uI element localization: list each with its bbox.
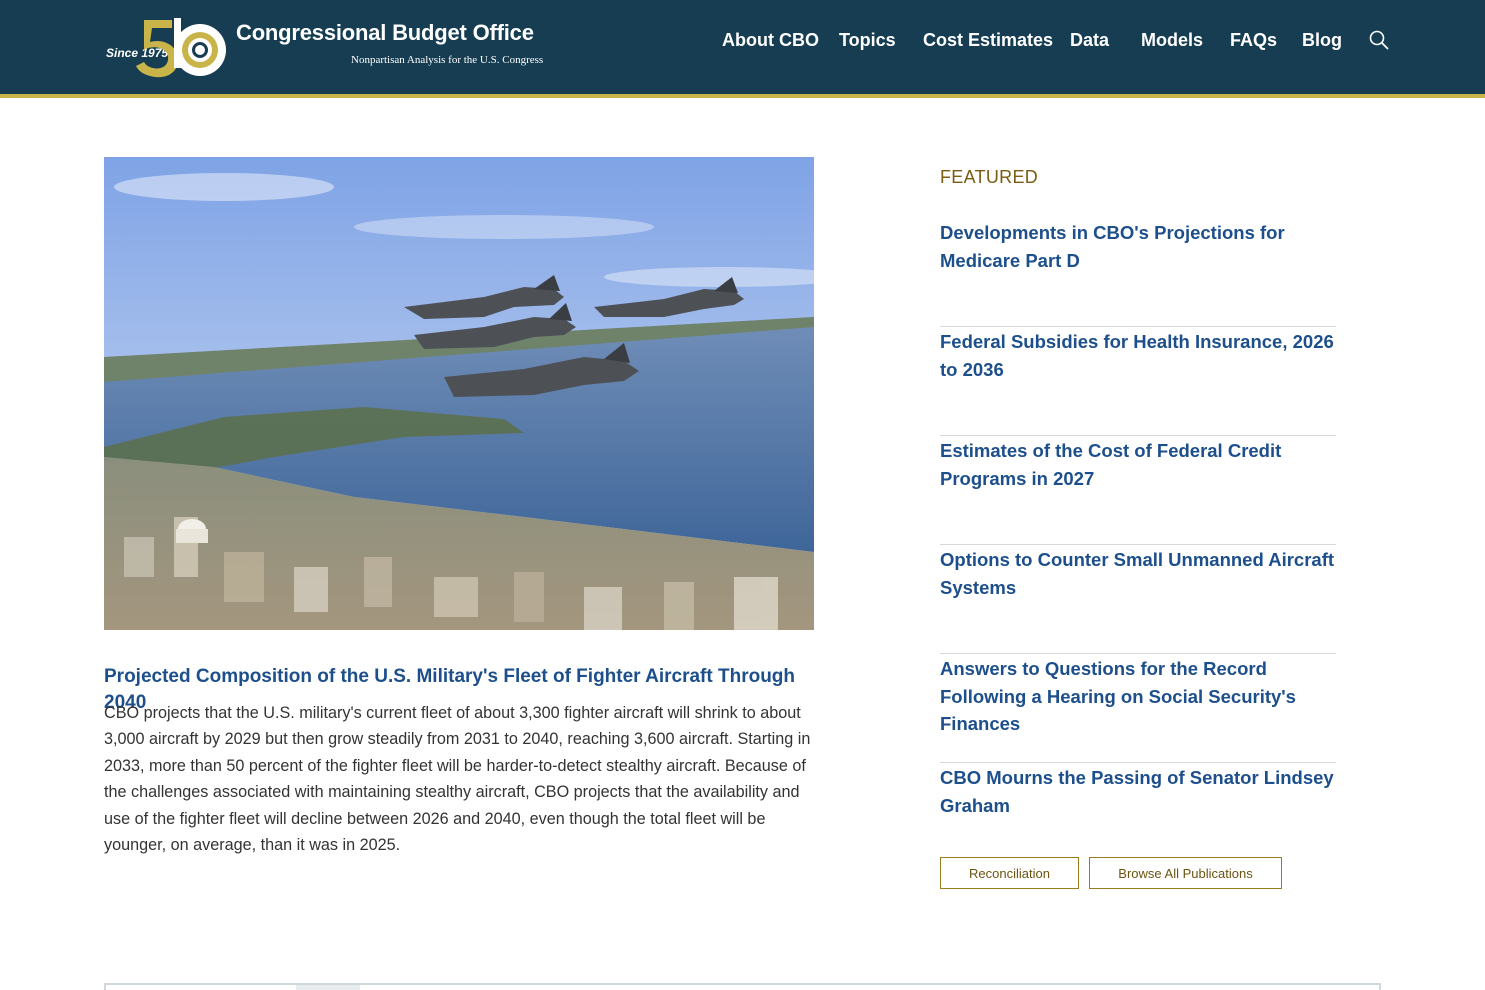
search-icon[interactable] xyxy=(1368,29,1390,51)
logo-title: Congressional Budget Office xyxy=(236,20,534,45)
featured-item: Federal Subsidies for Health Insurance, … xyxy=(940,327,1336,436)
featured-link-federal-credit-programs[interactable]: Estimates of the Cost of Federal Credit … xyxy=(940,437,1336,492)
featured-link-health-insurance-subsidies[interactable]: Federal Subsidies for Health Insurance, … xyxy=(940,328,1336,383)
featured-link-medicare-part-d[interactable]: Developments in CBO's Projections for Me… xyxy=(940,219,1336,274)
anniversary-50-logo-icon: 50 xyxy=(136,18,226,78)
nav-topics[interactable]: Topics xyxy=(839,30,896,51)
nav-about-cbo[interactable]: About CBO xyxy=(722,30,819,51)
nav-cost-estimates[interactable]: Cost Estimates xyxy=(923,30,1053,51)
main-story-summary: CBO projects that the U.S. military's cu… xyxy=(104,704,811,855)
nav-blog[interactable]: Blog xyxy=(1302,30,1342,51)
cbo-logo[interactable]: Since 1975 50 Congressional Budget Offic… xyxy=(104,14,544,80)
featured-link-unmanned-aircraft[interactable]: Options to Counter Small Unmanned Aircra… xyxy=(940,546,1336,601)
featured-item: Estimates of the Cost of Federal Credit … xyxy=(940,436,1336,545)
main-story-image[interactable] xyxy=(104,157,814,630)
next-section-thumbnail xyxy=(296,985,360,990)
logo-subtitle: Nonpartisan Analysis for the U.S. Congre… xyxy=(351,54,544,66)
reconciliation-button[interactable]: Reconciliation xyxy=(940,857,1079,889)
site-header: Since 1975 50 Congressional Budget Offic… xyxy=(0,0,1485,98)
featured-item: Developments in CBO's Projections for Me… xyxy=(940,218,1336,327)
nav-faqs[interactable]: FAQs xyxy=(1230,30,1277,51)
featured-link-senator-graham[interactable]: CBO Mourns the Passing of Senator Lindse… xyxy=(940,764,1336,819)
featured-list: Developments in CBO's Projections for Me… xyxy=(940,218,1336,872)
featured-item: Options to Counter Small Unmanned Aircra… xyxy=(940,545,1336,654)
fighter-jets-illustration xyxy=(104,157,814,630)
featured-item: CBO Mourns the Passing of Senator Lindse… xyxy=(940,763,1336,872)
featured-item: Answers to Questions for the Record Foll… xyxy=(940,654,1336,763)
nav-data[interactable]: Data xyxy=(1070,30,1109,51)
featured-link-social-security-hearing[interactable]: Answers to Questions for the Record Foll… xyxy=(940,655,1336,738)
nav-models[interactable]: Models xyxy=(1141,30,1203,51)
browse-all-publications-button[interactable]: Browse All Publications xyxy=(1089,857,1282,889)
featured-heading: FEATURED xyxy=(940,167,1039,187)
